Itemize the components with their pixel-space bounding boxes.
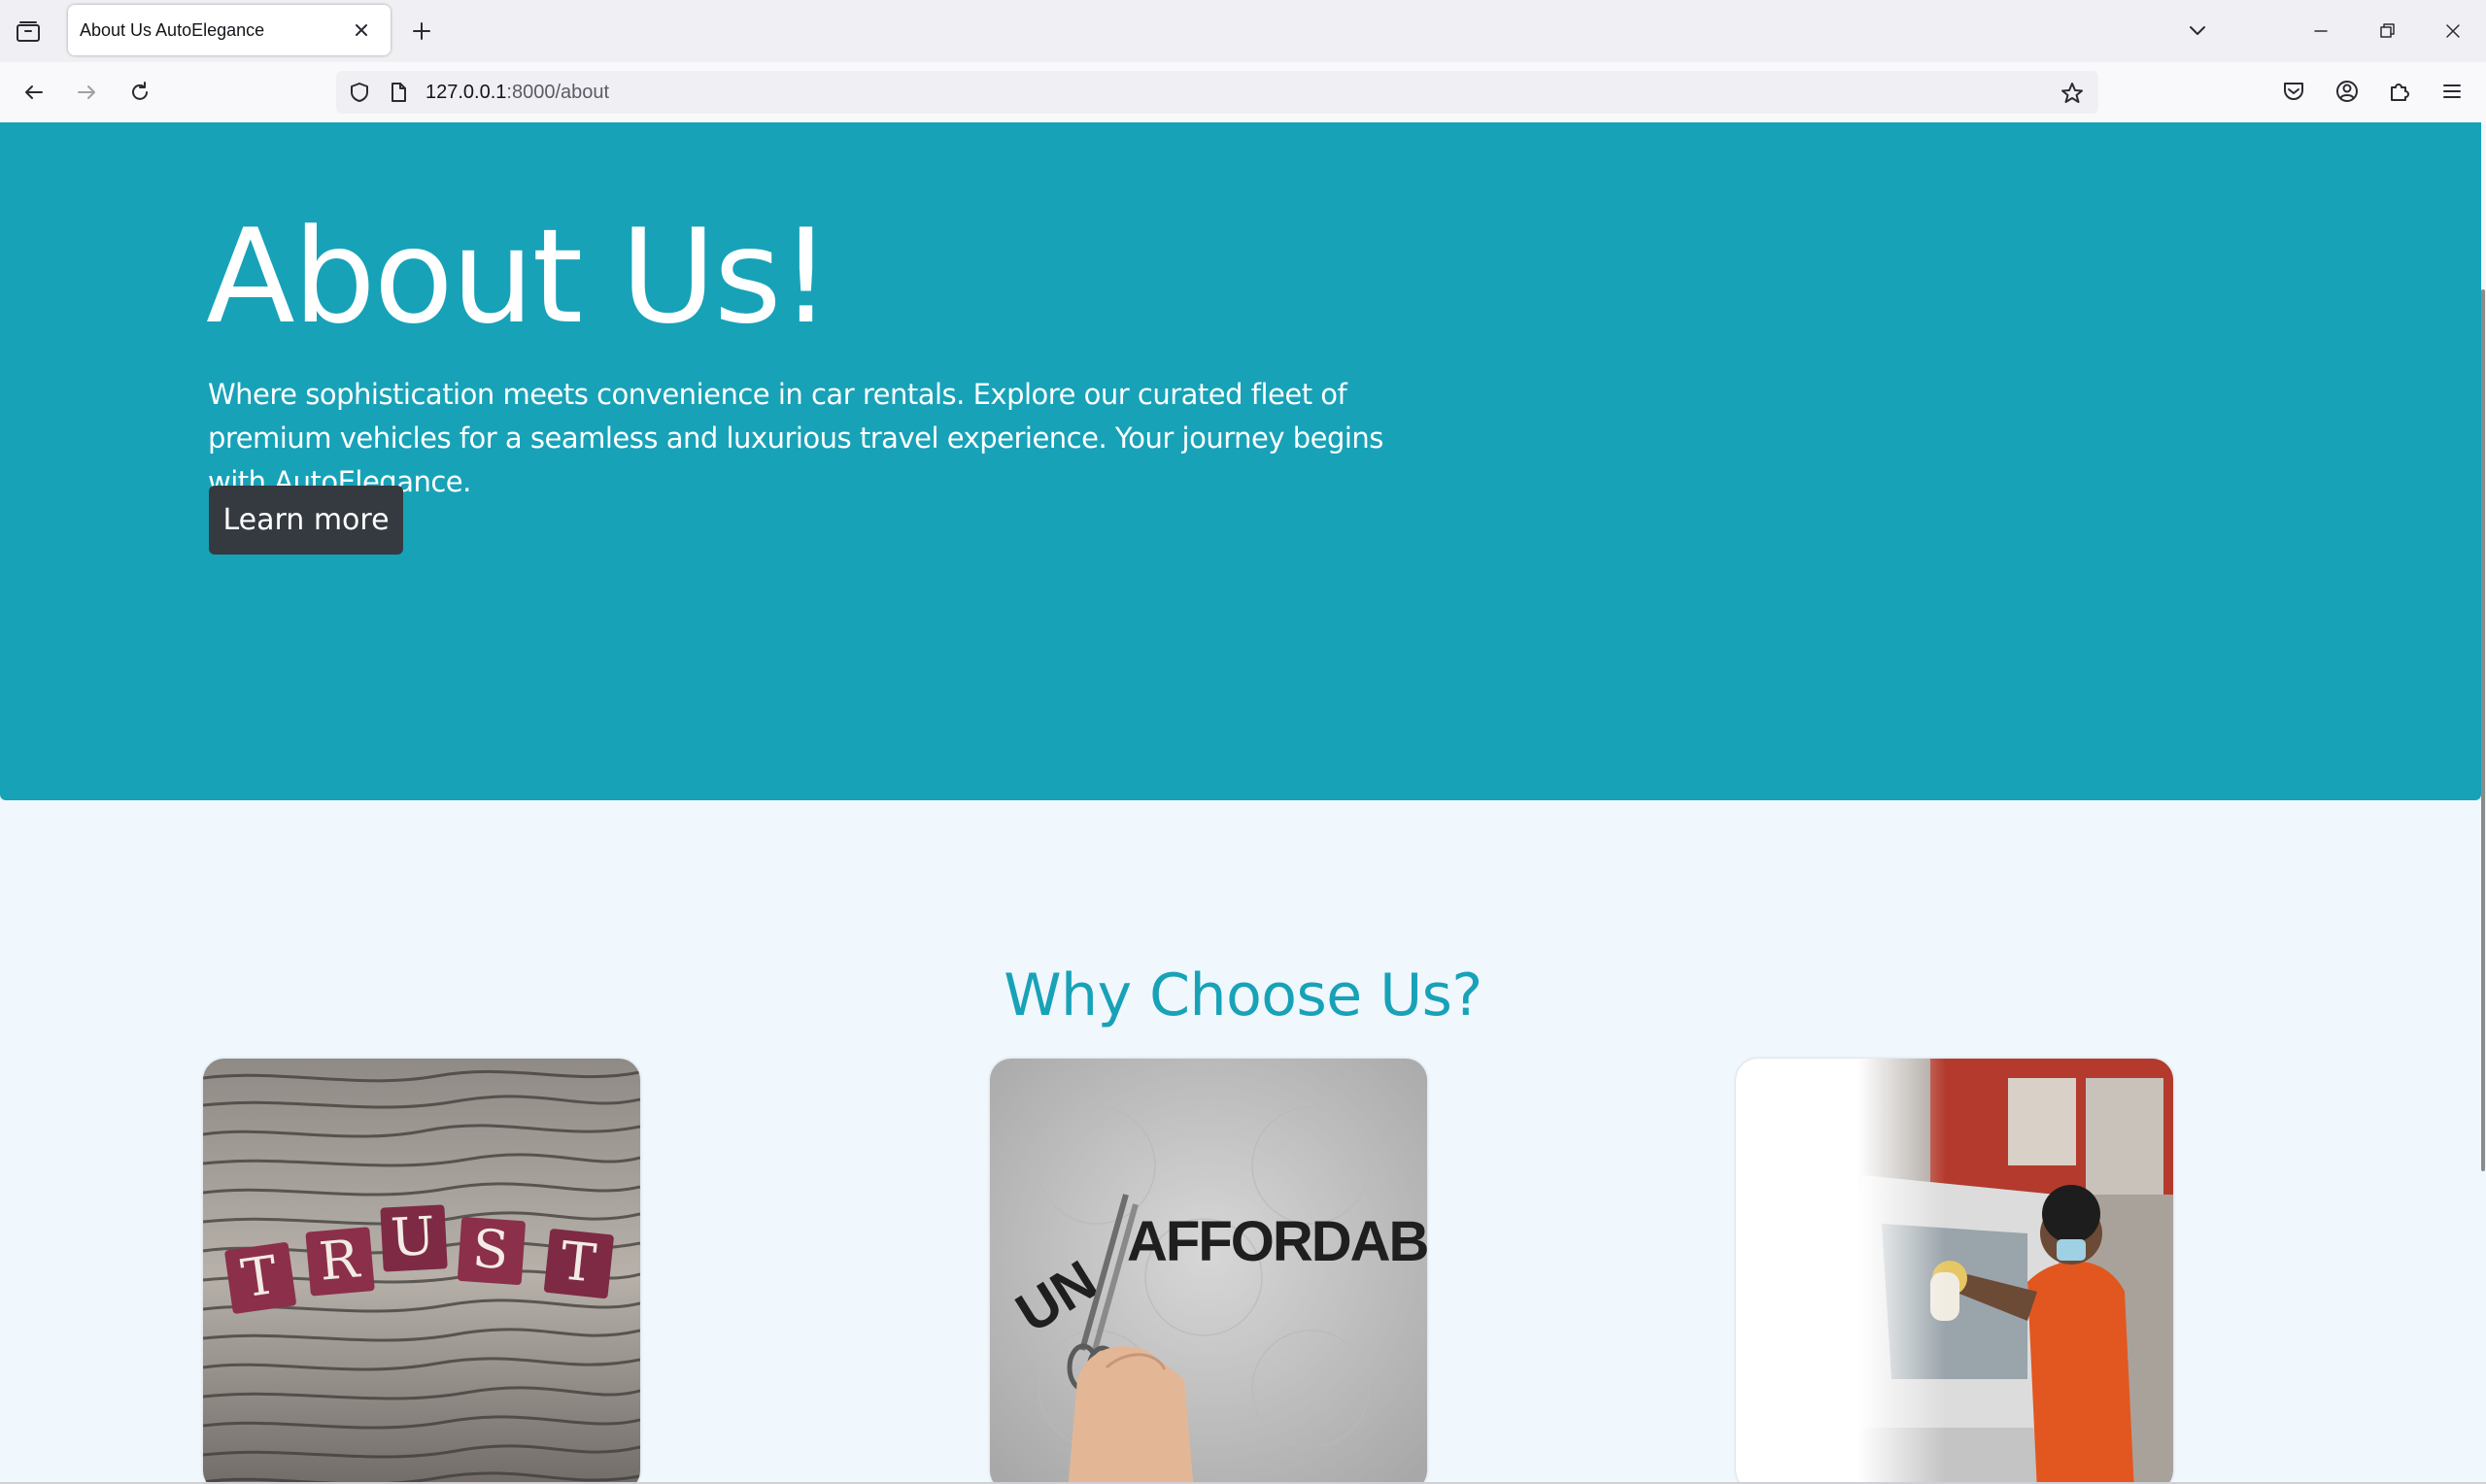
- page-icon[interactable]: [387, 81, 410, 104]
- scrollbar-thumb[interactable]: [2481, 289, 2485, 1171]
- url-bar[interactable]: 127.0.0.1:8000/about: [336, 71, 2098, 114]
- page-viewport: About Us! Where sophistication meets con…: [0, 122, 2486, 1482]
- plus-icon[interactable]: [408, 17, 435, 45]
- url-path: :8000/about: [506, 82, 610, 103]
- url-text[interactable]: 127.0.0.1:8000/about: [426, 82, 609, 104]
- tile-letter-r: R: [317, 1228, 362, 1292]
- puzzle-icon[interactable]: [2385, 77, 2414, 106]
- pocket-icon[interactable]: [2279, 77, 2308, 106]
- star-icon[interactable]: [2060, 81, 2085, 106]
- learn-more-button[interactable]: Learn more: [209, 486, 403, 555]
- close-icon[interactable]: [350, 18, 373, 42]
- chevron-down-icon[interactable]: [2184, 17, 2211, 45]
- trust-tiles-image: T R U S T: [203, 1059, 640, 1482]
- tile-letter-u: U: [390, 1205, 437, 1268]
- affordable-scissors-image: AFFORDABLE UN: [990, 1059, 1427, 1482]
- shield-icon[interactable]: [348, 81, 371, 104]
- affordable-text: AFFORDABLE: [1127, 1210, 1427, 1273]
- minimize-icon[interactable]: [2307, 17, 2334, 45]
- hero-lead: Where sophistication meets convenience i…: [208, 378, 1383, 498]
- tile-letter-t2: T: [558, 1230, 598, 1294]
- window-close-icon[interactable]: [2439, 17, 2467, 45]
- why-choose-us-heading: Why Choose Us?: [1004, 961, 1482, 1029]
- navigation-toolbar: 127.0.0.1:8000/about: [0, 62, 2486, 123]
- car-service-worker-image: [1736, 1059, 2173, 1482]
- hamburger-icon[interactable]: [2437, 77, 2467, 106]
- tab-title: About Us AutoElegance: [80, 20, 265, 40]
- reload-icon[interactable]: [124, 77, 155, 108]
- tile-letter-s: S: [470, 1218, 510, 1281]
- tab-bar: About Us AutoElegance: [0, 0, 2486, 62]
- arrow-left-icon[interactable]: [18, 77, 50, 108]
- arrow-right-icon[interactable]: [71, 77, 102, 108]
- tab-about-us[interactable]: About Us AutoElegance: [68, 5, 391, 55]
- tab-list-icon[interactable]: [14, 17, 43, 47]
- hero-title: About Us!: [206, 201, 832, 353]
- hero-jumbotron: About Us! Where sophistication meets con…: [0, 122, 2481, 800]
- url-host: 127.0.0.1: [426, 82, 507, 103]
- account-icon[interactable]: [2333, 77, 2362, 106]
- restore-icon[interactable]: [2373, 17, 2401, 45]
